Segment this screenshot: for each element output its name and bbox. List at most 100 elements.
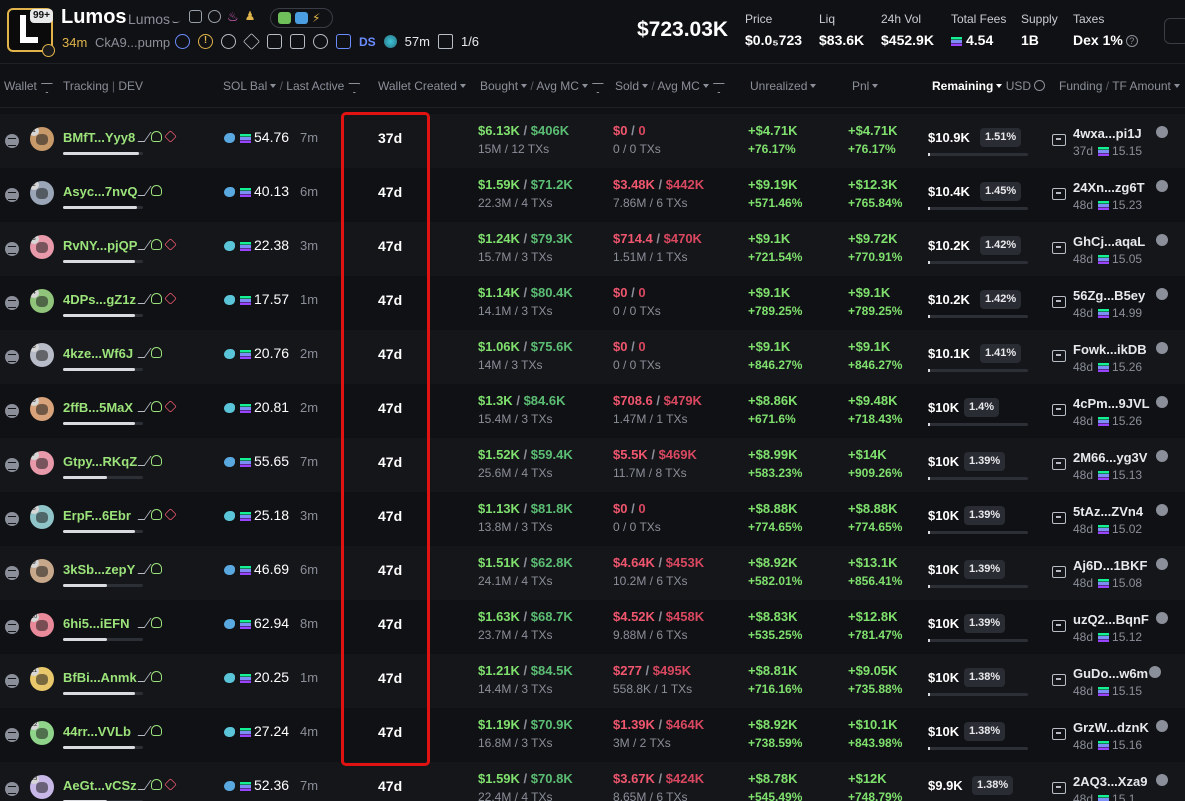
edit-icon[interactable] — [137, 185, 152, 196]
row-menu-icon[interactable] — [5, 350, 19, 364]
funding-icon[interactable] — [1052, 458, 1066, 470]
wallet-name[interactable]: BfBi...Anmk — [63, 670, 137, 685]
funding-address[interactable]: 2AQ3...Xza9 — [1073, 774, 1147, 789]
avatar[interactable]: 8 — [30, 505, 54, 529]
col-funding[interactable]: Funding / TF Amount — [1059, 79, 1180, 93]
table-row[interactable]: 11 BfBi...Anmk 20.25 1m 47d $1.21K / $84… — [0, 654, 1185, 708]
copy-icon[interactable] — [1156, 396, 1169, 408]
col-last-active[interactable]: Last Active — [286, 79, 344, 93]
filter-icon[interactable] — [41, 83, 51, 91]
edit-icon[interactable] — [137, 725, 152, 736]
copy-icon[interactable] — [1156, 612, 1169, 624]
wallet-name[interactable]: 3kSb...zepY — [63, 562, 135, 577]
funding-icon[interactable] — [1052, 782, 1066, 794]
wallet-name[interactable]: AeGt...vCSz — [63, 778, 137, 793]
copy-icon[interactable] — [1149, 666, 1161, 678]
table-row[interactable]: 4 4DPs...gZ1z 17.57 1m 47d $1.14K / $80.… — [0, 276, 1185, 330]
row-menu-icon[interactable] — [5, 242, 19, 256]
funding-icon[interactable] — [1052, 404, 1066, 416]
row-menu-icon[interactable] — [5, 404, 19, 418]
row-menu-icon[interactable] — [5, 674, 19, 688]
avatar[interactable]: 10 — [30, 613, 54, 637]
copy-icon[interactable] — [1156, 126, 1169, 138]
track-user-icon[interactable] — [150, 347, 162, 358]
track-user-icon[interactable] — [150, 509, 162, 520]
ds-label[interactable]: DS — [359, 35, 376, 49]
currency-icon[interactable] — [1034, 80, 1046, 91]
filter-icon[interactable] — [348, 83, 358, 91]
copy-icon[interactable] — [1156, 504, 1169, 516]
track-user-icon[interactable] — [150, 401, 162, 412]
avatar[interactable]: 3 — [30, 235, 54, 259]
warning-icon[interactable]: ! — [198, 34, 213, 49]
copy-icon[interactable] — [1156, 720, 1169, 732]
table-row[interactable]: 3 RvNY...pjQP 22.38 3m 47d $1.24K / $79.… — [0, 222, 1185, 276]
track-user-icon[interactable] — [150, 671, 162, 682]
edit-icon[interactable] — [137, 779, 152, 790]
table-row[interactable]: 6 2ffB...5MaX 20.81 2m 47d $1.3K / $84.6… — [0, 384, 1185, 438]
funding-address[interactable]: Aj6D...1BKF — [1073, 558, 1147, 573]
col-tracking[interactable]: Tracking | DEV — [63, 79, 143, 93]
row-menu-icon[interactable] — [5, 728, 19, 742]
avatar[interactable]: 9 — [30, 559, 54, 583]
row-menu-icon[interactable] — [5, 620, 19, 634]
col-pnl[interactable]: Pnl — [852, 79, 879, 93]
avatar[interactable]: 4 — [30, 289, 54, 313]
row-menu-icon[interactable] — [5, 134, 19, 148]
funding-icon[interactable] — [1052, 728, 1066, 740]
edit-icon[interactable] — [137, 293, 152, 304]
filter-icon[interactable] — [592, 83, 602, 91]
chat-icon[interactable] — [290, 34, 305, 49]
col-bought[interactable]: Bought / Avg MC — [480, 79, 602, 93]
track-user-icon[interactable] — [150, 617, 162, 628]
track-user-icon[interactable] — [150, 185, 162, 196]
table-row[interactable]: 10 6hi5...iEFN 62.94 8m 47d $1.63K / $68… — [0, 600, 1185, 654]
contract-address[interactable]: CkA9...pump — [95, 35, 170, 50]
row-menu-icon[interactable] — [5, 566, 19, 580]
copy-icon[interactable] — [1156, 342, 1169, 354]
row-menu-icon[interactable] — [5, 512, 19, 526]
edit-icon[interactable] — [171, 10, 187, 23]
table-row[interactable]: 7 Gtpy...RKqZ 55.65 7m 47d $1.52K / $59.… — [0, 438, 1185, 492]
avatar[interactable]: 1 — [30, 127, 54, 151]
telegram-icon[interactable] — [295, 12, 308, 24]
track-user-icon[interactable] — [150, 563, 162, 574]
row-menu-icon[interactable] — [5, 188, 19, 202]
table-row[interactable]: 8 ErpF...6Ebr 25.18 3m 47d $1.13K / $81.… — [0, 492, 1185, 546]
col-unrealized[interactable]: Unrealized — [750, 79, 817, 93]
col-avg-mc[interactable]: Avg MC — [536, 79, 578, 93]
avatar[interactable]: 7 — [30, 451, 54, 475]
wallet-name[interactable]: Gtpy...RKqZ — [63, 454, 137, 469]
table-row[interactable]: 2 Asyc...7nvQ 40.13 6m 47d $1.59K / $71.… — [0, 168, 1185, 222]
copy-icon[interactable] — [1156, 774, 1169, 786]
col-wallet-created[interactable]: Wallet Created — [378, 79, 466, 93]
funding-address[interactable]: 56Zg...B5ey — [1073, 288, 1145, 303]
col-sold[interactable]: Sold / Avg MC — [615, 79, 723, 93]
wallet-name[interactable]: 6hi5...iEFN — [63, 616, 129, 631]
funding-address[interactable]: 5tAz...ZVn4 — [1073, 504, 1143, 519]
edit-icon[interactable] — [137, 563, 152, 574]
send-icon[interactable] — [243, 33, 260, 50]
track-user-icon[interactable] — [150, 293, 162, 304]
track-user-icon[interactable] — [150, 725, 162, 736]
usd-toggle[interactable]: USD — [1006, 79, 1031, 93]
avatar[interactable]: 2 — [30, 181, 54, 205]
row-menu-icon[interactable] — [5, 782, 19, 796]
copy-icon[interactable] — [1156, 558, 1169, 570]
col-wallet[interactable]: Wallet — [4, 79, 51, 93]
table-row[interactable]: 9 3kSb...zepY 46.69 6m 47d $1.51K / $62.… — [0, 546, 1185, 600]
track-user-icon[interactable] — [150, 779, 162, 790]
globe-icon[interactable] — [221, 34, 236, 49]
col-avg-mc-sold[interactable]: Avg MC — [657, 79, 699, 93]
table-row[interactable]: 12 44rr...VVLb 27.24 4m 47d $1.19K / $70… — [0, 708, 1185, 762]
help-icon[interactable]: ? — [1125, 35, 1138, 47]
fire-icon[interactable]: ♨ — [227, 10, 239, 23]
avatar[interactable]: 5 — [30, 343, 54, 367]
funding-address[interactable]: GhCj...aqaL — [1073, 234, 1145, 249]
col-remaining[interactable]: Remaining USD — [932, 79, 1046, 93]
dex-icon[interactable] — [336, 34, 351, 49]
track-user-icon[interactable] — [150, 131, 162, 142]
search-icon[interactable] — [313, 34, 328, 49]
funding-address[interactable]: Fowk...ikDB — [1073, 342, 1147, 357]
funding-icon[interactable] — [1052, 566, 1066, 578]
